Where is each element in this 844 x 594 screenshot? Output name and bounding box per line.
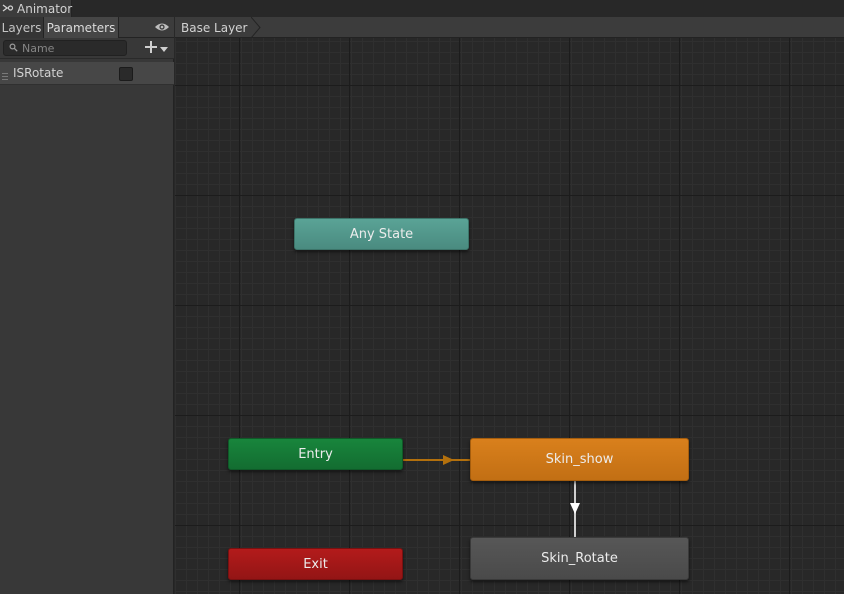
breadcrumb: Base Layer — [175, 17, 844, 38]
drag-handle-icon[interactable] — [2, 69, 8, 80]
breadcrumb-separator-icon — [251, 17, 261, 38]
sidebar-toolbar: Layers Parameters — [0, 17, 174, 38]
chevron-down-icon — [160, 41, 168, 55]
parameter-row[interactable]: ISRotate — [0, 62, 174, 85]
search-field[interactable] — [3, 40, 127, 56]
tab-layers[interactable]: Layers — [0, 17, 44, 38]
window-title: Animator — [17, 1, 73, 16]
parameter-bool-checkbox[interactable] — [119, 67, 133, 81]
add-parameter-button[interactable] — [145, 40, 171, 56]
state-node-skin-show[interactable]: Skin_show — [470, 438, 689, 481]
parameter-name[interactable]: ISRotate — [13, 66, 63, 80]
search-input[interactable] — [22, 41, 118, 55]
state-node-skin-rotate[interactable]: Skin_Rotate — [470, 537, 689, 580]
tab-parameters[interactable]: Parameters — [44, 17, 119, 38]
sidebar: Layers Parameters ISRotate — [0, 17, 174, 594]
animator-window-tab[interactable]: Animator — [0, 0, 72, 17]
breadcrumb-base-layer[interactable]: Base Layer — [175, 17, 261, 38]
state-node-entry[interactable]: Entry — [228, 438, 403, 470]
state-machine-graph[interactable] — [175, 17, 844, 594]
eye-icon[interactable] — [154, 21, 170, 33]
state-node-any-state[interactable]: Any State — [294, 218, 469, 250]
search-icon — [4, 41, 18, 55]
state-node-exit[interactable]: Exit — [228, 548, 403, 580]
search-row — [0, 38, 174, 59]
plus-icon — [145, 40, 157, 56]
window-titlebar: Animator — [0, 0, 844, 17]
animator-icon — [2, 2, 14, 16]
